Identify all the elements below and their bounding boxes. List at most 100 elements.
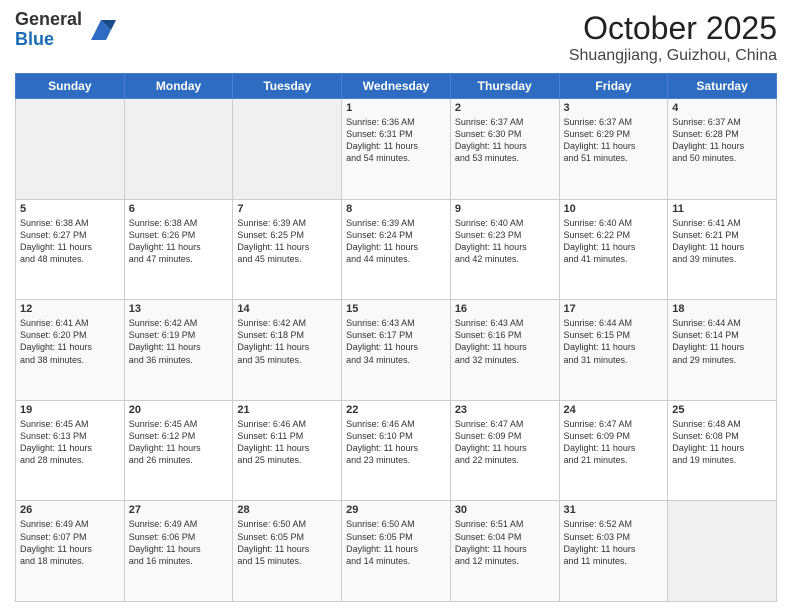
calendar-day-cell: 16Sunrise: 6:43 AM Sunset: 6:16 PM Dayli… <box>450 300 559 401</box>
calendar-day-cell: 24 Sunrise: 6:47 AM Sunset: 6:09 PM Dayli… <box>559 400 668 501</box>
calendar-day-cell: 30Sunrise: 6:51 AM Sunset: 6:04 PM Dayli… <box>450 501 559 602</box>
logo-text: General Blue <box>15 10 82 50</box>
calendar-day-cell: 3 Sunrise: 6:37 AM Sunset: 6:29 PM Daylig… <box>559 99 668 200</box>
day-info: Sunrise: 6:45 AM Sunset: 6:12 PM Dayligh… <box>129 418 229 467</box>
location-title: Shuangjiang, Guizhou, China <box>569 47 777 65</box>
day-info: Sunrise: 6:43 AM Sunset: 6:17 PM Dayligh… <box>346 317 446 366</box>
day-info: Sunrise: 6:48 AM Sunset: 6:08 PM Dayligh… <box>672 418 772 467</box>
logo-icon <box>86 15 116 45</box>
calendar-day-cell: 6Sunrise: 6:38 AM Sunset: 6:26 PM Daylig… <box>124 199 233 300</box>
day-info: Sunrise: 6:39 AM Sunset: 6:25 PM Dayligh… <box>237 217 337 266</box>
page: General Blue October 2025 Shuangjiang, G… <box>0 0 792 612</box>
day-number: 5 <box>20 203 120 215</box>
day-info: Sunrise: 6:38 AM Sunset: 6:27 PM Dayligh… <box>20 217 120 266</box>
weekday-header-cell: Friday <box>559 74 668 99</box>
day-number: 22 <box>346 404 446 416</box>
day-number: 14 <box>237 303 337 315</box>
weekday-header-cell: Monday <box>124 74 233 99</box>
day-number: 19 <box>20 404 120 416</box>
day-number: 1 <box>346 102 446 114</box>
calendar-day-cell: 14 Sunrise: 6:42 AM Sunset: 6:18 PM Dayli… <box>233 300 342 401</box>
calendar-day-cell: 18Sunrise: 6:44 AM Sunset: 6:14 PM Dayli… <box>668 300 777 401</box>
calendar-day-cell: 9 Sunrise: 6:40 AM Sunset: 6:23 PM Daylig… <box>450 199 559 300</box>
calendar-day-cell: 2 Sunrise: 6:37 AM Sunset: 6:30 PM Daylig… <box>450 99 559 200</box>
day-number: 3 <box>564 102 664 114</box>
calendar-day-cell: 20Sunrise: 6:45 AM Sunset: 6:12 PM Dayli… <box>124 400 233 501</box>
day-info: Sunrise: 6:46 AM Sunset: 6:11 PM Dayligh… <box>237 418 337 467</box>
day-info: Sunrise: 6:47 AM Sunset: 6:09 PM Dayligh… <box>564 418 664 467</box>
calendar-day-cell: 25 Sunrise: 6:48 AM Sunset: 6:08 PM Dayli… <box>668 400 777 501</box>
day-number: 2 <box>455 102 555 114</box>
day-info: Sunrise: 6:37 AM Sunset: 6:30 PM Dayligh… <box>455 116 555 165</box>
calendar-week-row: 1 Sunrise: 6:36 AM Sunset: 6:31 PM Daylig… <box>16 99 777 200</box>
calendar-day-cell: 1 Sunrise: 6:36 AM Sunset: 6:31 PM Daylig… <box>342 99 451 200</box>
calendar-day-cell: 26Sunrise: 6:49 AM Sunset: 6:07 PM Dayli… <box>16 501 125 602</box>
calendar-day-cell: 10Sunrise: 6:40 AM Sunset: 6:22 PM Dayli… <box>559 199 668 300</box>
calendar-week-row: 5 Sunrise: 6:38 AM Sunset: 6:27 PM Daylig… <box>16 199 777 300</box>
calendar-day-cell: 31Sunrise: 6:52 AM Sunset: 6:03 PM Dayli… <box>559 501 668 602</box>
day-info: Sunrise: 6:37 AM Sunset: 6:28 PM Dayligh… <box>672 116 772 165</box>
logo-general: General <box>15 10 82 30</box>
day-number: 24 <box>564 404 664 416</box>
day-info: Sunrise: 6:45 AM Sunset: 6:13 PM Dayligh… <box>20 418 120 467</box>
calendar-day-cell: 23 Sunrise: 6:47 AM Sunset: 6:09 PM Dayli… <box>450 400 559 501</box>
day-info: Sunrise: 6:37 AM Sunset: 6:29 PM Dayligh… <box>564 116 664 165</box>
calendar-day-cell: 17Sunrise: 6:44 AM Sunset: 6:15 PM Dayli… <box>559 300 668 401</box>
calendar-week-row: 26Sunrise: 6:49 AM Sunset: 6:07 PM Dayli… <box>16 501 777 602</box>
day-info: Sunrise: 6:42 AM Sunset: 6:19 PM Dayligh… <box>129 317 229 366</box>
weekday-header-cell: Wednesday <box>342 74 451 99</box>
logo: General Blue <box>15 10 116 50</box>
day-number: 12 <box>20 303 120 315</box>
calendar-day-cell: 13 Sunrise: 6:42 AM Sunset: 6:19 PM Dayli… <box>124 300 233 401</box>
calendar-day-cell <box>16 99 125 200</box>
calendar-day-cell: 19 Sunrise: 6:45 AM Sunset: 6:13 PM Dayli… <box>16 400 125 501</box>
day-info: Sunrise: 6:49 AM Sunset: 6:07 PM Dayligh… <box>20 518 120 567</box>
calendar-day-cell: 22 Sunrise: 6:46 AM Sunset: 6:10 PM Dayli… <box>342 400 451 501</box>
weekday-header-cell: Tuesday <box>233 74 342 99</box>
day-number: 7 <box>237 203 337 215</box>
day-number: 11 <box>672 203 772 215</box>
day-info: Sunrise: 6:46 AM Sunset: 6:10 PM Dayligh… <box>346 418 446 467</box>
day-number: 30 <box>455 504 555 516</box>
calendar-body: 1 Sunrise: 6:36 AM Sunset: 6:31 PM Daylig… <box>16 99 777 602</box>
day-number: 25 <box>672 404 772 416</box>
day-info: Sunrise: 6:50 AM Sunset: 6:05 PM Dayligh… <box>237 518 337 567</box>
day-info: Sunrise: 6:36 AM Sunset: 6:31 PM Dayligh… <box>346 116 446 165</box>
day-info: Sunrise: 6:41 AM Sunset: 6:21 PM Dayligh… <box>672 217 772 266</box>
day-number: 27 <box>129 504 229 516</box>
day-info: Sunrise: 6:39 AM Sunset: 6:24 PM Dayligh… <box>346 217 446 266</box>
day-info: Sunrise: 6:50 AM Sunset: 6:05 PM Dayligh… <box>346 518 446 567</box>
day-number: 6 <box>129 203 229 215</box>
day-number: 21 <box>237 404 337 416</box>
calendar-day-cell: 4 Sunrise: 6:37 AM Sunset: 6:28 PM Daylig… <box>668 99 777 200</box>
calendar-day-cell <box>233 99 342 200</box>
calendar-day-cell: 7 Sunrise: 6:39 AM Sunset: 6:25 PM Daylig… <box>233 199 342 300</box>
calendar-day-cell: 28Sunrise: 6:50 AM Sunset: 6:05 PM Dayli… <box>233 501 342 602</box>
day-info: Sunrise: 6:40 AM Sunset: 6:22 PM Dayligh… <box>564 217 664 266</box>
calendar-day-cell: 29 Sunrise: 6:50 AM Sunset: 6:05 PM Dayli… <box>342 501 451 602</box>
month-title: October 2025 <box>569 10 777 47</box>
day-number: 13 <box>129 303 229 315</box>
weekday-header-row: SundayMondayTuesdayWednesdayThursdayFrid… <box>16 74 777 99</box>
header: General Blue October 2025 Shuangjiang, G… <box>15 10 777 65</box>
day-number: 9 <box>455 203 555 215</box>
calendar-day-cell: 21 Sunrise: 6:46 AM Sunset: 6:11 PM Dayli… <box>233 400 342 501</box>
calendar-day-cell: 27 Sunrise: 6:49 AM Sunset: 6:06 PM Dayli… <box>124 501 233 602</box>
day-info: Sunrise: 6:40 AM Sunset: 6:23 PM Dayligh… <box>455 217 555 266</box>
day-number: 4 <box>672 102 772 114</box>
day-info: Sunrise: 6:49 AM Sunset: 6:06 PM Dayligh… <box>129 518 229 567</box>
calendar-day-cell <box>668 501 777 602</box>
day-info: Sunrise: 6:42 AM Sunset: 6:18 PM Dayligh… <box>237 317 337 366</box>
day-number: 23 <box>455 404 555 416</box>
day-number: 8 <box>346 203 446 215</box>
calendar-day-cell <box>124 99 233 200</box>
logo-blue: Blue <box>15 30 82 50</box>
calendar-day-cell: 11 Sunrise: 6:41 AM Sunset: 6:21 PM Dayli… <box>668 199 777 300</box>
weekday-header-cell: Sunday <box>16 74 125 99</box>
day-number: 17 <box>564 303 664 315</box>
calendar-week-row: 12Sunrise: 6:41 AM Sunset: 6:20 PM Dayli… <box>16 300 777 401</box>
day-info: Sunrise: 6:52 AM Sunset: 6:03 PM Dayligh… <box>564 518 664 567</box>
day-info: Sunrise: 6:47 AM Sunset: 6:09 PM Dayligh… <box>455 418 555 467</box>
day-number: 29 <box>346 504 446 516</box>
calendar-day-cell: 15Sunrise: 6:43 AM Sunset: 6:17 PM Dayli… <box>342 300 451 401</box>
